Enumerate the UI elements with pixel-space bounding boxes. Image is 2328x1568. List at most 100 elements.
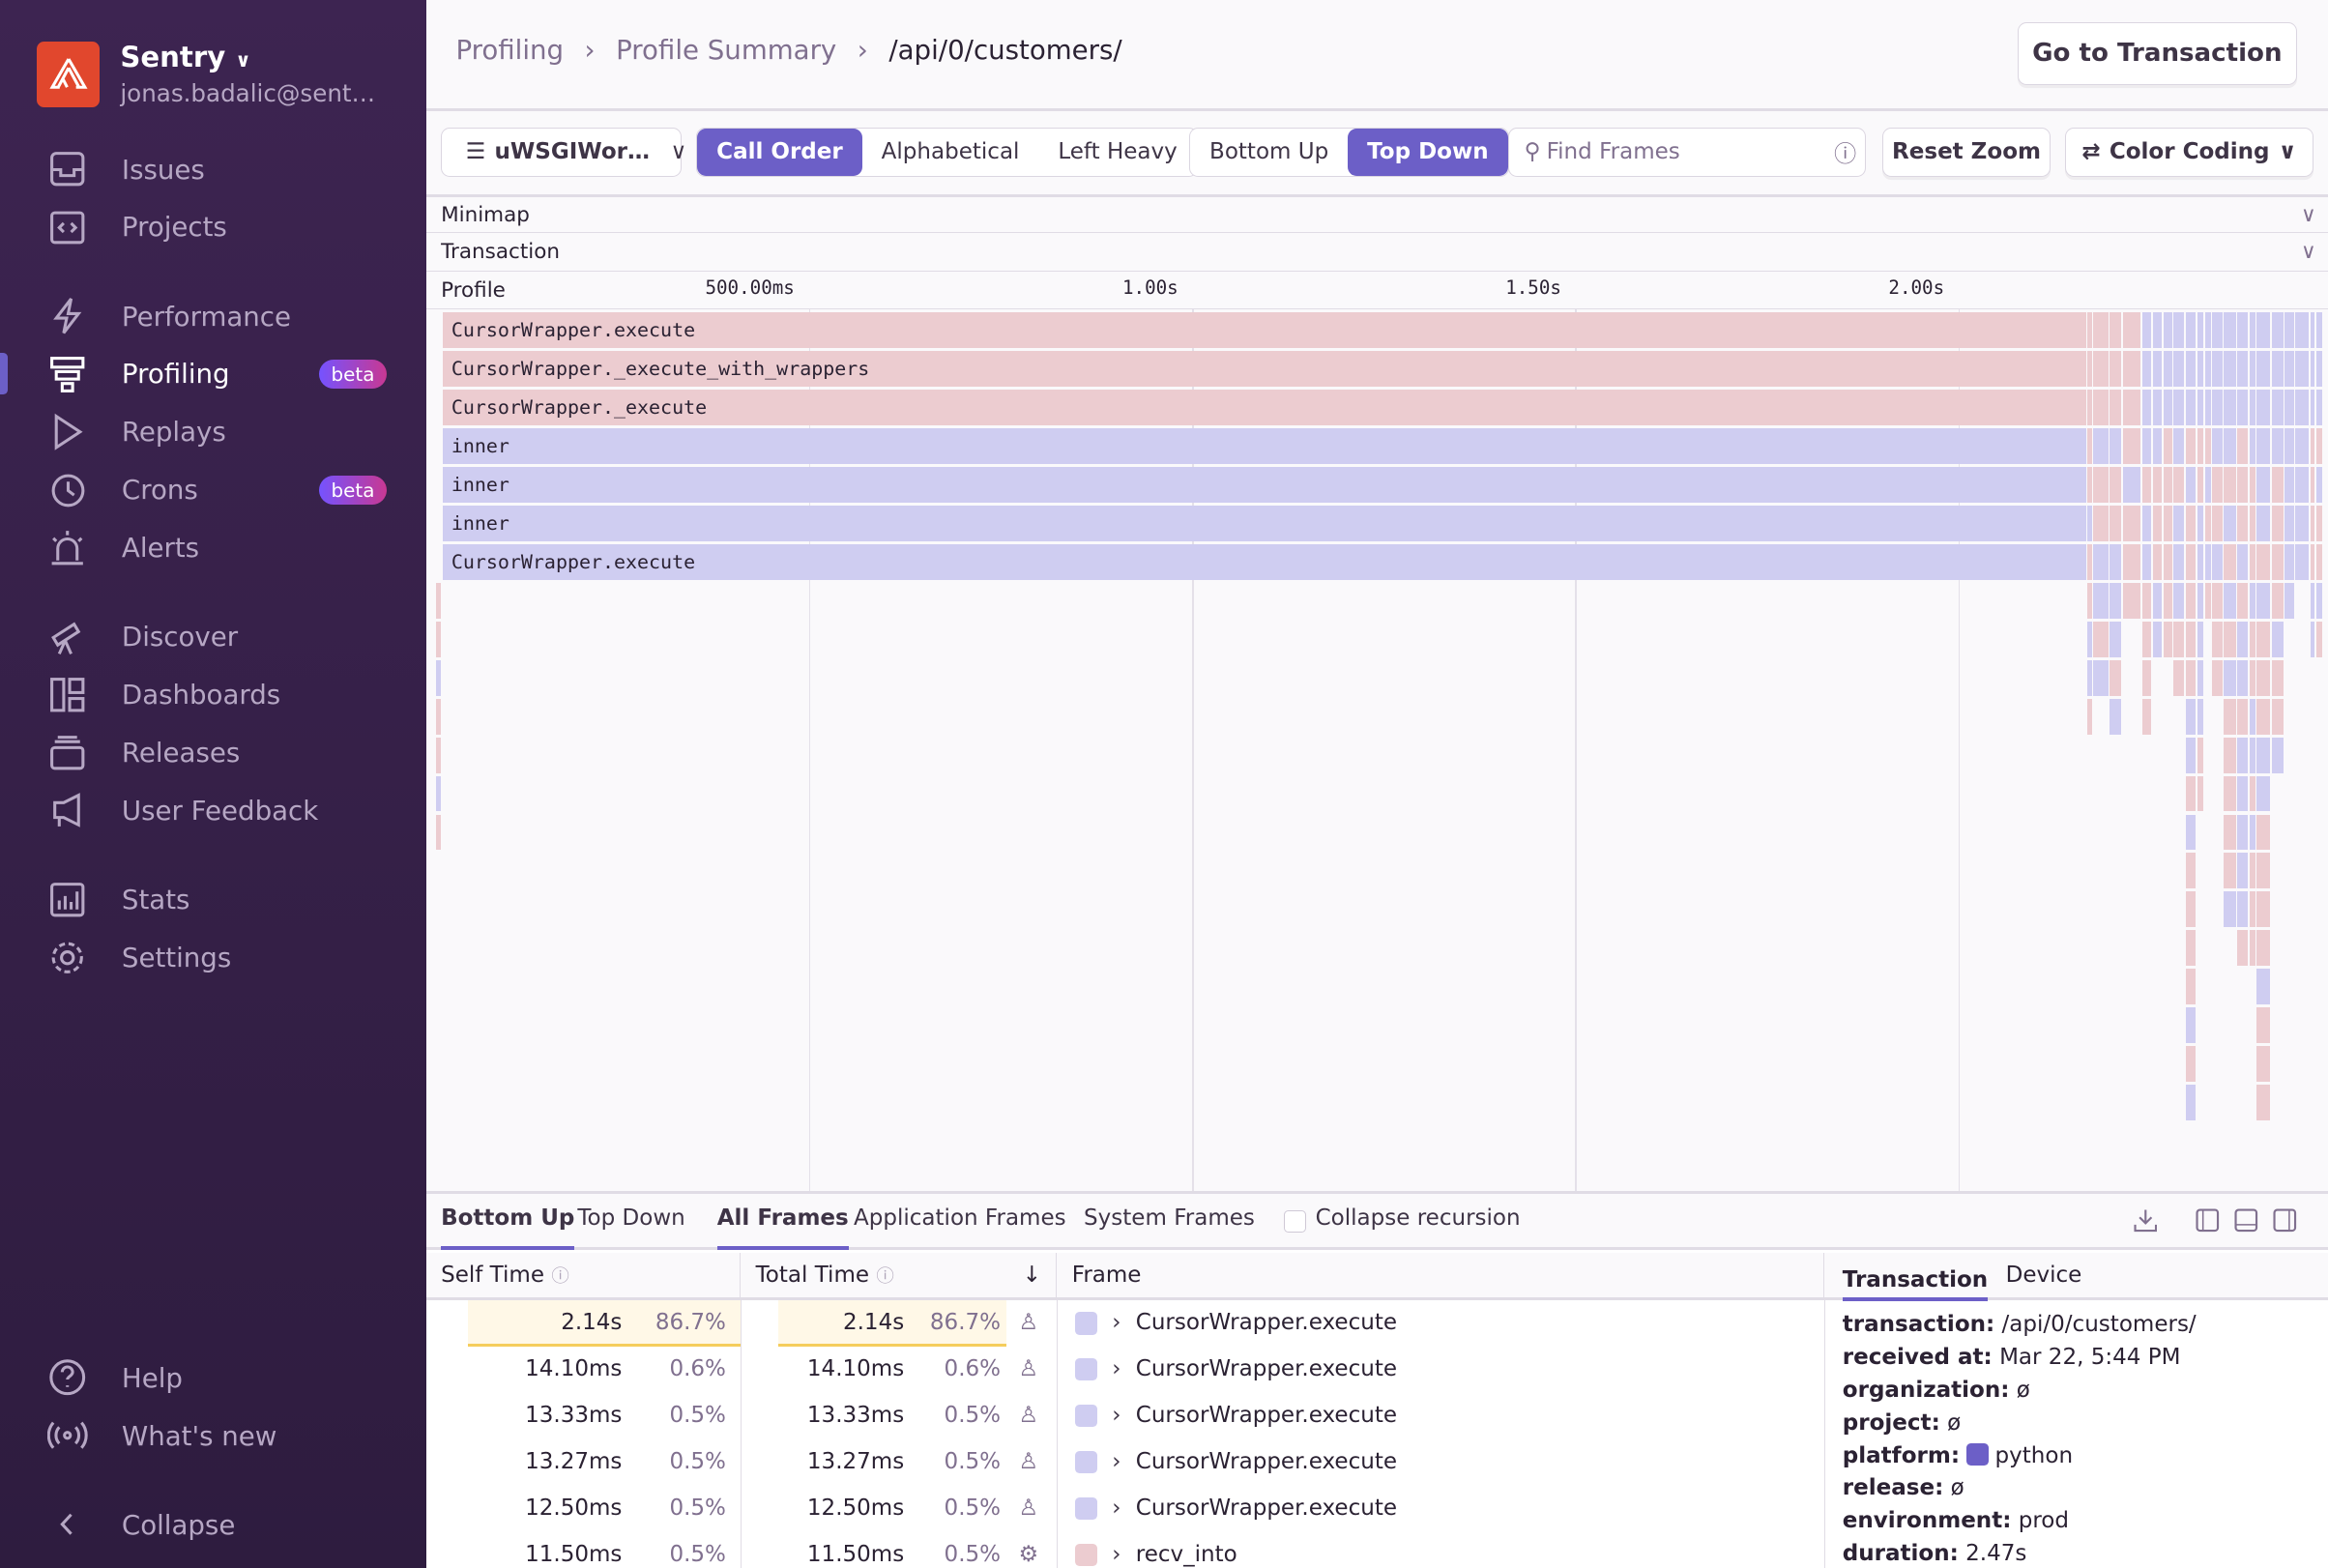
flame-frame[interactable] bbox=[2256, 544, 2271, 580]
frame-cell[interactable]: › CursorWrapper.execute bbox=[1074, 1439, 1397, 1486]
flame-frame[interactable] bbox=[2197, 737, 2203, 773]
flame-frame[interactable] bbox=[2197, 506, 2203, 541]
flame-frame[interactable] bbox=[2212, 621, 2223, 657]
flame-frame[interactable] bbox=[2271, 467, 2284, 504]
flame-frame[interactable] bbox=[2185, 351, 2197, 388]
flame-frame[interactable] bbox=[2256, 1046, 2271, 1082]
expand-chevron-icon[interactable]: › bbox=[1112, 1347, 1120, 1393]
flame-frame[interactable] bbox=[2110, 659, 2122, 696]
color-coding-button[interactable]: ⇄ Color Coding ∨ bbox=[2065, 128, 2313, 177]
sidebar-item-alerts[interactable]: Alerts bbox=[0, 521, 426, 574]
flame-frame[interactable] bbox=[2256, 582, 2271, 619]
flame-frame[interactable] bbox=[2237, 506, 2249, 541]
flame-frame[interactable] bbox=[2237, 621, 2249, 657]
flame-frame[interactable] bbox=[2237, 544, 2249, 580]
flame-frame[interactable] bbox=[2185, 390, 2197, 426]
flame-frame[interactable] bbox=[436, 775, 442, 812]
flame-frame[interactable]: CursorWrapper._execute_with_wrappers bbox=[442, 351, 2086, 388]
flame-frame[interactable] bbox=[2249, 351, 2255, 388]
flame-frame[interactable] bbox=[2256, 312, 2271, 349]
flame-frame[interactable] bbox=[436, 814, 442, 851]
flame-frame[interactable] bbox=[2185, 1046, 2197, 1082]
flame-frame[interactable] bbox=[2237, 351, 2249, 388]
flame-frame[interactable] bbox=[2212, 659, 2223, 696]
flame-frame[interactable] bbox=[2249, 390, 2255, 426]
flame-frame[interactable] bbox=[2315, 312, 2322, 349]
flame-frame[interactable] bbox=[2110, 390, 2122, 426]
flame-frame[interactable] bbox=[2093, 544, 2109, 580]
flame-frame[interactable] bbox=[2142, 582, 2152, 619]
flame-frame[interactable] bbox=[2185, 814, 2197, 851]
tab-all-frames[interactable]: All Frames bbox=[716, 1205, 849, 1250]
flame-frame[interactable] bbox=[2249, 467, 2255, 504]
flame-frame[interactable] bbox=[2093, 621, 2109, 657]
tab-application-frames[interactable]: Application Frames bbox=[854, 1205, 1066, 1250]
layout-left-icon[interactable] bbox=[2196, 1208, 2220, 1233]
flame-frame[interactable] bbox=[2271, 621, 2284, 657]
flame-frame[interactable] bbox=[436, 582, 442, 619]
flame-frame[interactable] bbox=[2256, 891, 2271, 928]
flame-frame[interactable] bbox=[2185, 1085, 2197, 1120]
flame-frame[interactable] bbox=[2185, 1007, 2197, 1044]
flame-frame[interactable] bbox=[2256, 1007, 2271, 1044]
flame-frame[interactable] bbox=[2310, 351, 2315, 388]
frame-cell[interactable]: › CursorWrapper.execute bbox=[1074, 1300, 1397, 1347]
flame-frame[interactable] bbox=[2204, 467, 2211, 504]
flame-frame[interactable] bbox=[436, 621, 442, 657]
flame-frame[interactable] bbox=[2185, 544, 2197, 580]
flame-frame[interactable] bbox=[2212, 506, 2223, 541]
sidebar-item-issues[interactable]: Issues bbox=[0, 142, 426, 195]
tab-device[interactable]: Device bbox=[2006, 1263, 2082, 1288]
flame-frame[interactable] bbox=[2310, 506, 2315, 541]
org-switcher[interactable]: Sentry ∨ jonas.badalic@sent… bbox=[37, 41, 375, 110]
flame-frame[interactable] bbox=[2284, 312, 2294, 349]
flame-frame[interactable] bbox=[2310, 467, 2315, 504]
flame-frame[interactable] bbox=[2087, 506, 2092, 541]
layout-right-icon[interactable] bbox=[2273, 1208, 2297, 1233]
flame-frame[interactable] bbox=[2093, 467, 2109, 504]
flame-frame[interactable] bbox=[2224, 544, 2236, 580]
flame-frame[interactable] bbox=[2237, 814, 2249, 851]
flame-frame[interactable] bbox=[2173, 312, 2184, 349]
flame-frame[interactable] bbox=[2197, 467, 2203, 504]
flame-frame[interactable] bbox=[2310, 582, 2315, 619]
expand-chevron-icon[interactable]: › bbox=[1112, 1393, 1120, 1439]
tab-transaction[interactable]: Transaction bbox=[1842, 1259, 1989, 1301]
flame-frame[interactable] bbox=[2249, 621, 2255, 657]
flame-frame[interactable] bbox=[2237, 930, 2249, 967]
flame-frame[interactable] bbox=[2271, 506, 2284, 541]
flame-frame[interactable] bbox=[2163, 582, 2172, 619]
flame-frame[interactable] bbox=[2310, 390, 2315, 426]
flame-frame[interactable] bbox=[2110, 582, 2122, 619]
transaction-toggle[interactable]: Transaction ∨ bbox=[425, 233, 2328, 273]
sidebar-item-what-s-new[interactable]: What's new bbox=[0, 1408, 426, 1462]
expand-chevron-icon[interactable]: › bbox=[1112, 1439, 1120, 1486]
flame-frame[interactable] bbox=[2093, 390, 2109, 426]
flame-frame[interactable] bbox=[2237, 853, 2249, 889]
flame-frame[interactable] bbox=[2110, 621, 2122, 657]
flame-frame[interactable] bbox=[2315, 582, 2322, 619]
flame-frame[interactable] bbox=[2123, 582, 2141, 619]
flame-frame[interactable] bbox=[2256, 698, 2271, 735]
flame-frame[interactable] bbox=[2185, 853, 2197, 889]
flame-frame[interactable] bbox=[2185, 737, 2197, 773]
column-self-time[interactable]: Self Time ⓘ bbox=[425, 1253, 742, 1301]
flame-frame[interactable] bbox=[2110, 544, 2122, 580]
flame-frame[interactable] bbox=[2123, 351, 2141, 388]
flame-frame[interactable]: inner bbox=[442, 506, 2086, 541]
flame-frame[interactable] bbox=[2315, 506, 2322, 541]
flame-frame[interactable] bbox=[2284, 582, 2294, 619]
flame-frame[interactable] bbox=[2152, 312, 2162, 349]
flame-frame[interactable] bbox=[2152, 621, 2162, 657]
flame-frame[interactable] bbox=[2249, 814, 2255, 851]
flame-frame[interactable] bbox=[2142, 428, 2152, 465]
flame-frame[interactable] bbox=[2093, 659, 2109, 696]
flame-frame[interactable] bbox=[2093, 312, 2109, 349]
flame-frame[interactable] bbox=[2185, 891, 2197, 928]
sidebar-item-stats[interactable]: Stats bbox=[0, 873, 426, 926]
flame-frame[interactable]: CursorWrapper.execute bbox=[442, 544, 2086, 580]
flame-frame[interactable] bbox=[2237, 582, 2249, 619]
flame-frame[interactable] bbox=[2142, 312, 2152, 349]
flame-frame[interactable] bbox=[2224, 891, 2236, 928]
flame-frame[interactable] bbox=[2315, 390, 2322, 426]
